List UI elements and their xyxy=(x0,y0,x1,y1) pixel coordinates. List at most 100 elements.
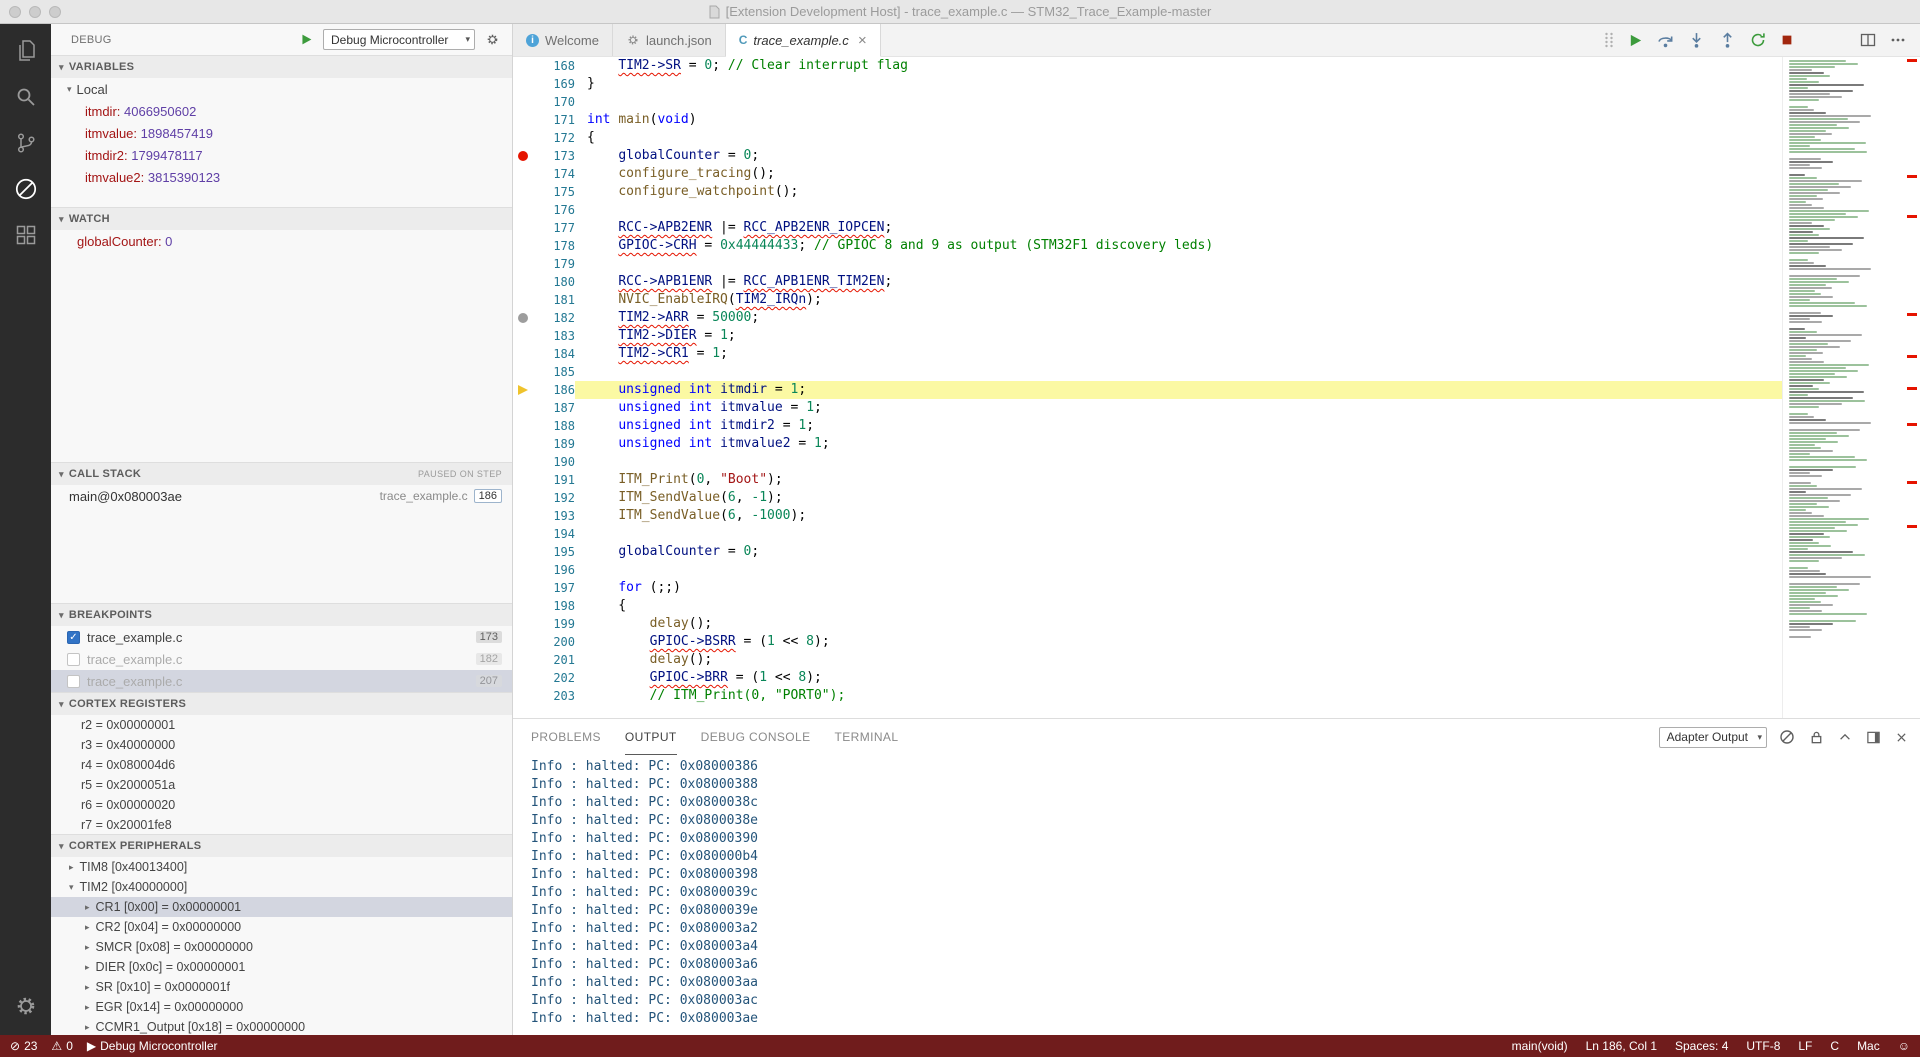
start-debugging-button[interactable] xyxy=(298,31,315,48)
explorer-icon[interactable] xyxy=(0,28,51,74)
variable-row[interactable]: itmvalue2: 3815390123 xyxy=(51,166,512,188)
code-line[interactable]: 194 xyxy=(513,525,1782,543)
panel-tab-problems[interactable]: PROBLEMS xyxy=(531,719,601,755)
status-eol[interactable]: LF xyxy=(1798,1039,1812,1053)
gutter-glyph[interactable] xyxy=(513,129,535,147)
gutter-glyph[interactable] xyxy=(513,363,535,381)
gutter-glyph[interactable] xyxy=(513,435,535,453)
step-over-icon[interactable] xyxy=(1657,32,1674,49)
register-row[interactable]: r5 = 0x2000051a xyxy=(51,775,512,795)
status-indentation[interactable]: Spaces: 4 xyxy=(1675,1039,1728,1053)
code-line[interactable]: 197 for (;;) xyxy=(513,579,1782,597)
drag-handle-icon[interactable] xyxy=(1604,31,1614,49)
register-row[interactable]: r6 = 0x00000020 xyxy=(51,795,512,815)
gutter-glyph[interactable] xyxy=(513,75,535,93)
gutter-glyph[interactable] xyxy=(513,399,535,417)
code-line[interactable]: 199 delay(); xyxy=(513,615,1782,633)
code-line[interactable]: 196 xyxy=(513,561,1782,579)
gutter-glyph[interactable] xyxy=(513,201,535,219)
variable-row[interactable]: itmdir: 4066950602 xyxy=(51,100,512,122)
code-line[interactable]: 173 globalCounter = 0; xyxy=(513,147,1782,165)
code-line[interactable]: 187 unsigned int itmvalue = 1; xyxy=(513,399,1782,417)
source-control-icon[interactable] xyxy=(0,120,51,166)
code-line[interactable]: 195 globalCounter = 0; xyxy=(513,543,1782,561)
code-line[interactable]: 183 TIM2->DIER = 1; xyxy=(513,327,1782,345)
debug-status[interactable]: ▶ Debug Microcontroller xyxy=(87,1039,218,1053)
breakpoint-checkbox[interactable]: ✓ xyxy=(67,631,80,644)
code-line[interactable]: 177 RCC->APB2ENR |= RCC_APB2ENR_IOPCEN; xyxy=(513,219,1782,237)
register-row[interactable]: r7 = 0x20001fe8 xyxy=(51,815,512,834)
restart-icon[interactable] xyxy=(1750,32,1766,48)
configure-launch-button[interactable] xyxy=(483,30,502,49)
close-icon[interactable]: × xyxy=(858,34,867,47)
minimize-window-button[interactable] xyxy=(29,6,41,18)
code-line[interactable]: 181 NVIC_EnableIRQ(TIM2_IRQn); xyxy=(513,291,1782,309)
register-row[interactable]: r4 = 0x080004d6 xyxy=(51,755,512,775)
gutter-glyph[interactable] xyxy=(513,111,535,129)
gutter-glyph[interactable] xyxy=(513,633,535,651)
peripheral-row[interactable]: ▸CR1 [0x00] = 0x00000001 xyxy=(51,897,512,917)
code-line[interactable]: 189 unsigned int itmvalue2 = 1; xyxy=(513,435,1782,453)
panel-tab-output[interactable]: OUTPUT xyxy=(625,719,677,755)
peripheral-row[interactable]: ▸SR [0x10] = 0x0000001f xyxy=(51,977,512,997)
gutter-glyph[interactable] xyxy=(513,219,535,237)
panel-tab-terminal[interactable]: TERMINAL xyxy=(835,719,899,755)
call-stack-section-header[interactable]: ▾ CALL STACK PAUSED ON STEP xyxy=(51,463,512,485)
tab-trace-example-c[interactable]: Ctrace_example.c× xyxy=(726,24,881,57)
search-icon[interactable] xyxy=(0,74,51,120)
gutter-glyph[interactable] xyxy=(513,327,535,345)
gutter-glyph[interactable] xyxy=(513,57,535,75)
watch-section-header[interactable]: ▾ WATCH xyxy=(51,208,512,230)
gutter-glyph[interactable] xyxy=(513,273,535,291)
zoom-window-button[interactable] xyxy=(49,6,61,18)
peripheral-row[interactable]: ▸TIM8 [0x40013400] xyxy=(51,857,512,877)
variable-row[interactable]: itmvalue: 1898457419 xyxy=(51,122,512,144)
peripheral-row[interactable]: ▸SMCR [0x08] = 0x00000000 xyxy=(51,937,512,957)
panel-tab-debug-console[interactable]: DEBUG CONSOLE xyxy=(701,719,811,755)
gutter-glyph[interactable] xyxy=(513,165,535,183)
close-panel-icon[interactable] xyxy=(1895,731,1908,744)
gutter-glyph[interactable] xyxy=(513,507,535,525)
stop-icon[interactable] xyxy=(1780,33,1794,47)
breakpoint-checkbox[interactable] xyxy=(67,675,80,688)
gutter-glyph[interactable] xyxy=(513,687,535,705)
code-line[interactable]: 198 { xyxy=(513,597,1782,615)
code-line[interactable]: 201 delay(); xyxy=(513,651,1782,669)
move-panel-icon[interactable] xyxy=(1866,730,1881,745)
code-area[interactable]: 168 TIM2->SR = 0; // Clear interrupt fla… xyxy=(513,57,1782,718)
code-line[interactable]: 171int main(void) xyxy=(513,111,1782,129)
gutter-glyph[interactable] xyxy=(513,93,535,111)
code-line[interactable]: 182 TIM2->ARR = 50000; xyxy=(513,309,1782,327)
gutter-glyph[interactable] xyxy=(513,615,535,633)
code-line[interactable]: 170 xyxy=(513,93,1782,111)
registers-section-header[interactable]: ▾ CORTEX REGISTERS xyxy=(51,693,512,715)
breakpoint-row[interactable]: trace_example.c207 xyxy=(51,670,512,692)
code-line[interactable]: 202 GPIOC->BRR = (1 << 8); xyxy=(513,669,1782,687)
gutter-glyph[interactable] xyxy=(513,147,535,165)
code-line[interactable]: 192 ITM_SendValue(6, -1); xyxy=(513,489,1782,507)
status-keyboard-layout[interactable]: Mac xyxy=(1857,1039,1880,1053)
variables-section-header[interactable]: ▾ VARIABLES xyxy=(51,56,512,78)
gutter-glyph[interactable] xyxy=(513,453,535,471)
peripherals-section-header[interactable]: ▾ CORTEX PERIPHERALS xyxy=(51,835,512,857)
gutter-glyph[interactable] xyxy=(513,471,535,489)
split-editor-icon[interactable] xyxy=(1860,32,1876,48)
peripheral-row[interactable]: ▸EGR [0x14] = 0x00000000 xyxy=(51,997,512,1017)
status-cursor-position[interactable]: Ln 186, Col 1 xyxy=(1586,1039,1657,1053)
more-actions-icon[interactable] xyxy=(1890,32,1906,48)
output-channel-select[interactable]: Adapter Output ▾ xyxy=(1659,727,1767,748)
code-line[interactable]: 200 GPIOC->BSRR = (1 << 8); xyxy=(513,633,1782,651)
gutter-glyph[interactable] xyxy=(513,417,535,435)
debug-icon[interactable] xyxy=(0,166,51,212)
register-row[interactable]: r2 = 0x00000001 xyxy=(51,715,512,735)
debug-configuration-select[interactable]: Debug Microcontroller ▾ xyxy=(323,29,475,50)
code-line[interactable]: 184 TIM2->CR1 = 1; xyxy=(513,345,1782,363)
gutter-glyph[interactable] xyxy=(513,489,535,507)
gutter-glyph[interactable] xyxy=(513,669,535,687)
gutter-glyph[interactable] xyxy=(513,381,535,399)
variables-scope-row[interactable]: ▾Local xyxy=(51,78,512,100)
gutter-glyph[interactable] xyxy=(513,237,535,255)
output-log[interactable]: Info : halted: PC: 0x08000386Info : halt… xyxy=(513,755,1920,1035)
warning-count[interactable]: ⚠ 0 xyxy=(51,1039,72,1053)
error-count[interactable]: ⊘ 23 xyxy=(10,1039,37,1053)
